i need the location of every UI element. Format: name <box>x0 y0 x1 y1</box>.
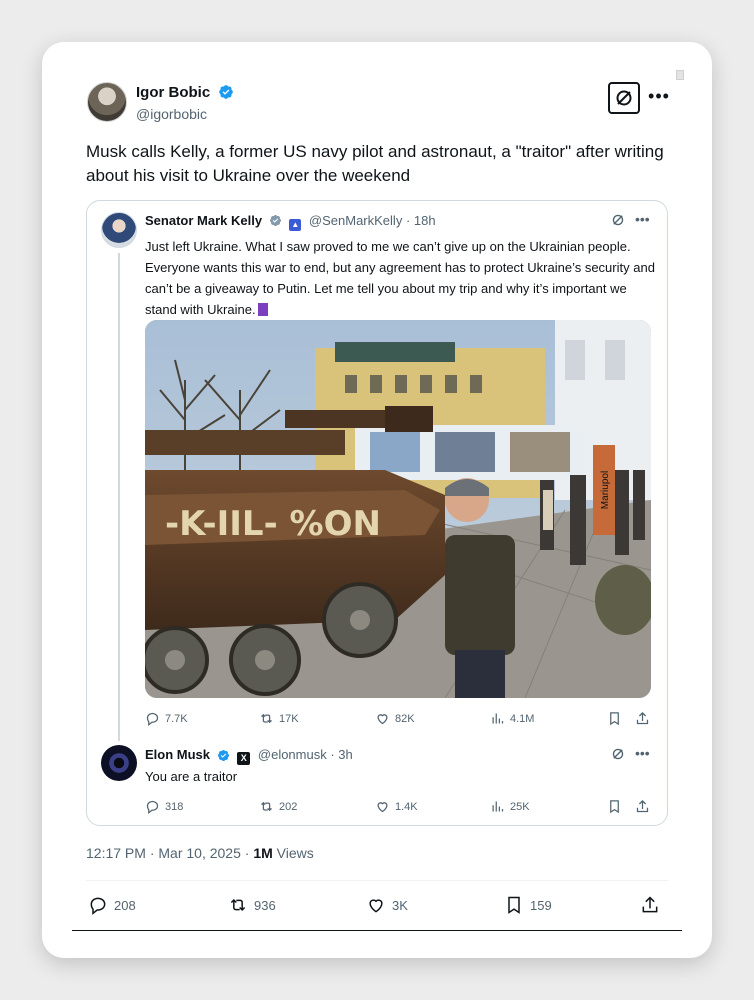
views-count: 25K <box>510 800 530 813</box>
views-icon <box>492 801 504 812</box>
reply-text: You are a traitor <box>145 769 238 784</box>
reply-count: 7.7K <box>165 712 188 725</box>
bookmark-icon <box>508 896 520 914</box>
bookmark-icon <box>610 800 619 814</box>
reply-time[interactable]: · 3h <box>330 747 352 762</box>
views-action[interactable]: 4.1M <box>490 711 534 726</box>
like-action[interactable]: 82K <box>375 711 415 726</box>
repost-count: 17K <box>279 712 299 725</box>
quoted-author-avatar[interactable] <box>101 212 137 248</box>
tweet-timestamp[interactable]: 12:17 PM · Mar 10, 2025 · <box>86 845 253 861</box>
purple-square-emoji-icon <box>257 303 268 316</box>
thread-connector-line <box>118 253 120 741</box>
grok-icon[interactable] <box>611 213 625 227</box>
repost-action[interactable]: 936 <box>228 895 276 915</box>
bookmark-action[interactable]: 159 <box>504 895 552 915</box>
author-name[interactable]: Igor Bobic <box>136 84 210 101</box>
reply-count: 318 <box>165 800 184 813</box>
like-action[interactable]: 1.4K <box>375 799 418 814</box>
reply-author-name[interactable]: Elon Musk <box>145 747 210 762</box>
quoted-action-row: 7.7K 17K 82K 4.1M <box>145 711 653 731</box>
quoted-header: Senator Mark Kelly ▲ @SenMarkKelly · 18h <box>145 213 436 231</box>
grok-icon[interactable] <box>611 747 625 761</box>
affiliation-flag-icon: ▲ <box>289 219 302 231</box>
like-icon <box>377 714 388 725</box>
reply-action[interactable]: 208 <box>88 895 136 915</box>
divider <box>86 880 668 881</box>
like-action[interactable]: 3K <box>366 895 408 915</box>
author-avatar[interactable] <box>87 82 127 122</box>
grok-icon <box>616 90 632 106</box>
reply-count: 208 <box>114 897 136 913</box>
views-count: 4.1M <box>510 712 535 725</box>
views-icon <box>492 713 504 724</box>
scrollbar-thumb[interactable] <box>676 70 684 80</box>
more-icon[interactable]: ••• <box>635 745 650 761</box>
reply-header: Elon Musk X @elonmusk · 3h <box>145 747 353 765</box>
share-icon <box>642 896 658 913</box>
views-action[interactable]: 25K <box>490 799 530 814</box>
repost-icon <box>230 898 246 912</box>
reply-action[interactable]: 318 <box>145 799 183 814</box>
quoted-thread[interactable]: Senator Mark Kelly ▲ @SenMarkKelly · 18h… <box>86 200 668 826</box>
share-action[interactable] <box>640 895 660 915</box>
bookmark-count: 159 <box>530 897 552 913</box>
share-icon <box>636 711 649 725</box>
more-icon[interactable]: ••• <box>647 86 671 106</box>
share-icon <box>636 799 649 813</box>
repost-action[interactable]: 202 <box>259 799 297 814</box>
quoted-author-handle[interactable]: @SenMarkKelly <box>309 213 402 228</box>
author-handle[interactable]: @igorbobic <box>136 106 207 122</box>
repost-icon <box>261 801 272 812</box>
share-action[interactable] <box>635 799 650 814</box>
quoted-author-name[interactable]: Senator Mark Kelly <box>145 213 262 228</box>
tank-photo-illustration: Mariupol -K-IIL- %ON <box>145 320 651 698</box>
reply-author-handle[interactable]: @elonmusk <box>258 747 327 762</box>
more-icon[interactable]: ••• <box>635 211 650 227</box>
like-icon <box>369 899 383 913</box>
bottom-divider <box>72 930 682 931</box>
reply-icon <box>90 897 106 915</box>
tweet-text: Musk calls Kelly, a former US navy pilot… <box>86 142 664 185</box>
tweet-card: Igor Bobic @igorbobic ••• Musk calls Kel… <box>42 42 712 958</box>
repost-count: 936 <box>254 897 276 913</box>
bookmark-action[interactable] <box>607 799 622 814</box>
repost-count: 202 <box>279 800 298 813</box>
bookmark-icon <box>610 712 619 726</box>
verified-badge-icon <box>219 85 234 99</box>
verified-badge-icon <box>217 749 229 762</box>
like-count: 3K <box>392 897 408 913</box>
repost-action[interactable]: 17K <box>259 711 299 726</box>
reply-author-avatar[interactable] <box>101 745 137 781</box>
reply-icon <box>146 712 159 726</box>
quoted-photo[interactable]: Mariupol -K-IIL- %ON <box>145 320 651 698</box>
gray-verified-badge-icon <box>269 214 281 227</box>
views-label: Views <box>276 845 314 861</box>
views-count: 1M <box>253 845 273 861</box>
photo-sign-text: Mariupol <box>600 471 611 509</box>
reply-icon <box>146 800 159 814</box>
tweet-timestamp-row: 12:17 PM · Mar 10, 2025 · 1M Views <box>86 845 314 861</box>
grok-button[interactable] <box>608 82 640 114</box>
quoted-text-block: Just left Ukraine. What I saw proved to … <box>145 236 655 320</box>
quoted-text: Just left Ukraine. What I saw proved to … <box>145 239 655 317</box>
tank-graffiti: -K-IIL- %ON <box>165 504 381 544</box>
like-icon <box>377 802 388 813</box>
author-name-row[interactable]: Igor Bobic <box>136 84 234 101</box>
quoted-time[interactable]: · 18h <box>406 213 436 228</box>
x-affiliation-icon: X <box>237 752 251 765</box>
reply-action-row: 318 202 1.4K 25K <box>145 799 653 819</box>
tweet-action-bar: 208 936 3K 159 <box>86 895 668 919</box>
bookmark-action[interactable] <box>607 711 622 726</box>
like-count: 1.4K <box>395 800 418 813</box>
like-count: 82K <box>395 712 415 725</box>
reply-action[interactable]: 7.7K <box>145 711 188 726</box>
repost-icon <box>261 713 272 724</box>
share-action[interactable] <box>635 711 650 726</box>
